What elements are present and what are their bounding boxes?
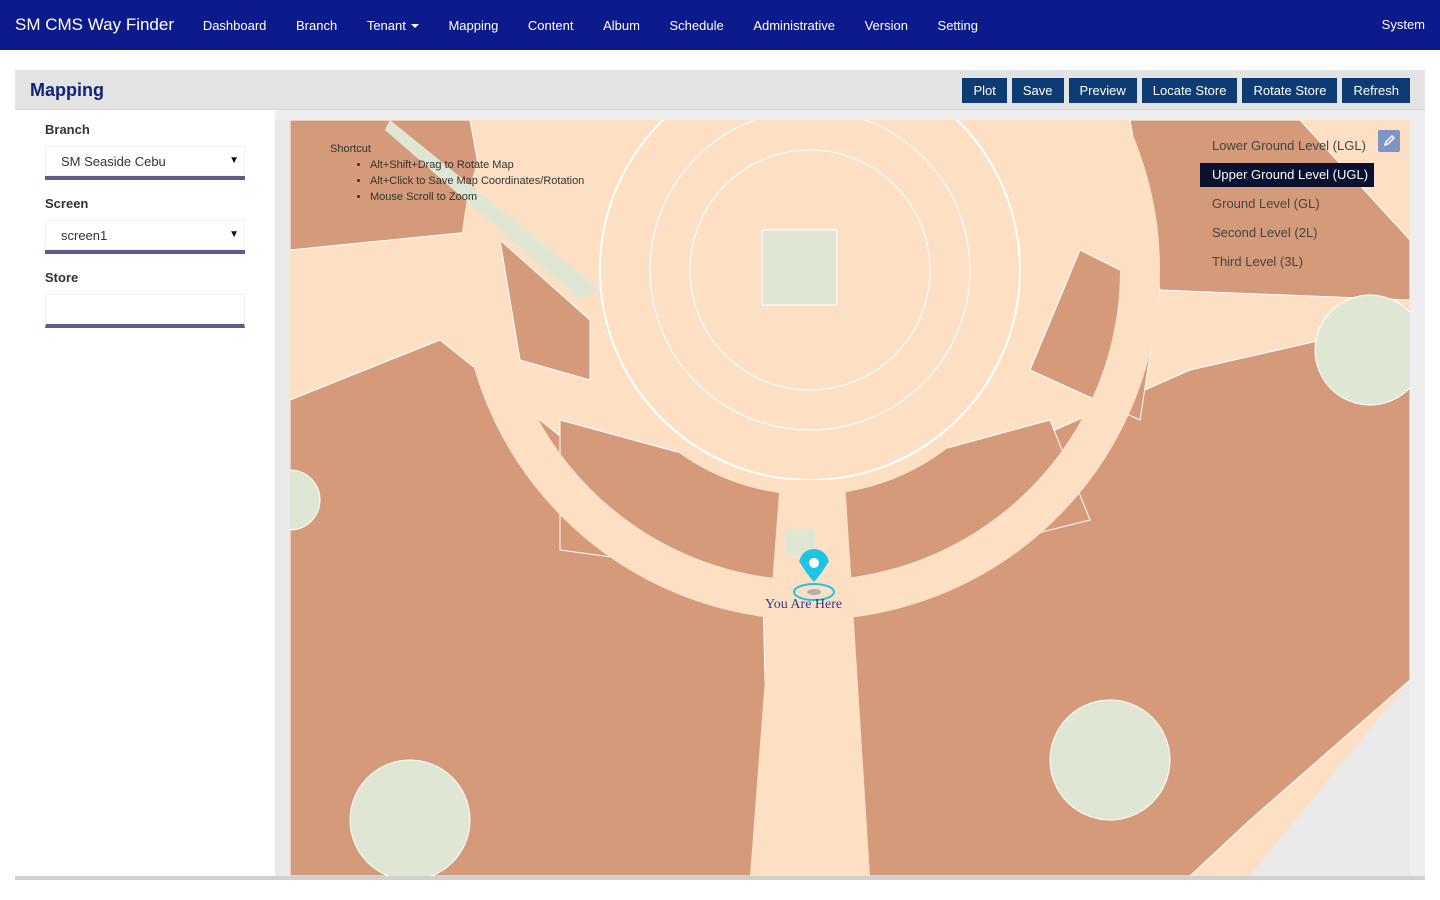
toolbar: Plot Save Preview Locate Store Rotate St… bbox=[962, 78, 1410, 103]
app-brand[interactable]: SM CMS Way Finder bbox=[15, 15, 174, 35]
level-gl[interactable]: Ground Level (GL) bbox=[1200, 192, 1374, 216]
nav-content[interactable]: Content bbox=[513, 18, 588, 33]
you-are-here-label: You Are Here bbox=[765, 597, 843, 612]
nav-schedule[interactable]: Schedule bbox=[655, 18, 739, 33]
screen-select-value: screen1 bbox=[61, 228, 108, 243]
edit-level-button[interactable] bbox=[1378, 130, 1400, 152]
branch-label: Branch bbox=[45, 122, 90, 137]
branch-select[interactable]: SM Seaside Cebu ▼ bbox=[45, 146, 245, 180]
screen-select[interactable]: screen1 ▼ bbox=[45, 220, 245, 254]
level-3l[interactable]: Third Level (3L) bbox=[1200, 250, 1374, 274]
shortcut-help: Shortcut Alt+Shift+Drag to Rotate Map Al… bbox=[330, 143, 584, 207]
shortcut-item: Alt+Shift+Drag to Rotate Map bbox=[370, 159, 584, 171]
nav-system[interactable]: System bbox=[1382, 17, 1425, 32]
nav-album[interactable]: Album bbox=[588, 18, 654, 33]
dropdown-arrow-icon: ▼ bbox=[229, 229, 239, 240]
pencil-icon bbox=[1383, 134, 1396, 147]
nav-dashboard[interactable]: Dashboard bbox=[188, 18, 281, 33]
map-area[interactable]: You Are Here Shortcut Alt+Shift+Drag to … bbox=[275, 120, 1410, 876]
store-input[interactable] bbox=[45, 294, 245, 328]
rotate-store-button[interactable]: Rotate Store bbox=[1242, 78, 1338, 103]
filter-sidebar: Branch SM Seaside Cebu ▼ Screen screen1 … bbox=[15, 110, 275, 876]
nav-mapping[interactable]: Mapping bbox=[434, 18, 513, 33]
level-2l[interactable]: Second Level (2L) bbox=[1200, 221, 1374, 245]
shortcut-title: Shortcut bbox=[330, 143, 371, 155]
panel-header: Mapping Plot Save Preview Locate Store R… bbox=[15, 70, 1425, 110]
level-lgl[interactable]: Lower Ground Level (LGL) bbox=[1200, 134, 1374, 158]
caret-down-icon bbox=[410, 24, 419, 29]
plot-button[interactable]: Plot bbox=[962, 78, 1007, 103]
dropdown-arrow-icon: ▼ bbox=[229, 155, 239, 166]
screen-label: Screen bbox=[45, 196, 89, 211]
nav-version[interactable]: Version bbox=[850, 18, 923, 33]
level-selector: Lower Ground Level (LGL) Upper Ground Le… bbox=[1200, 130, 1410, 279]
page-title: Mapping bbox=[30, 80, 104, 100]
nav-setting[interactable]: Setting bbox=[923, 18, 993, 33]
locate-store-button[interactable]: Locate Store bbox=[1141, 78, 1238, 103]
nav-administrative[interactable]: Administrative bbox=[739, 18, 850, 33]
nav-tenant-label: Tenant bbox=[366, 17, 406, 33]
branch-select-value: SM Seaside Cebu bbox=[61, 154, 166, 169]
shortcut-item: Alt+Click to Save Map Coordinates/Rotati… bbox=[370, 175, 584, 187]
top-navbar: SM CMS Way Finder Dashboard Branch Tenan… bbox=[0, 0, 1440, 50]
preview-button[interactable]: Preview bbox=[1068, 78, 1137, 103]
level-ugl[interactable]: Upper Ground Level (UGL) bbox=[1200, 163, 1374, 187]
refresh-button[interactable]: Refresh bbox=[1342, 78, 1410, 103]
store-label: Store bbox=[45, 270, 79, 285]
shortcut-list: Alt+Shift+Drag to Rotate Map Alt+Click t… bbox=[370, 159, 584, 203]
floor-map[interactable]: You Are Here Shortcut Alt+Shift+Drag to … bbox=[290, 120, 1410, 876]
nav-branch[interactable]: Branch bbox=[281, 18, 352, 33]
shortcut-item: Mouse Scroll to Zoom bbox=[370, 191, 584, 203]
save-button[interactable]: Save bbox=[1011, 78, 1064, 103]
nav-tenant[interactable]: Tenant bbox=[352, 18, 434, 33]
